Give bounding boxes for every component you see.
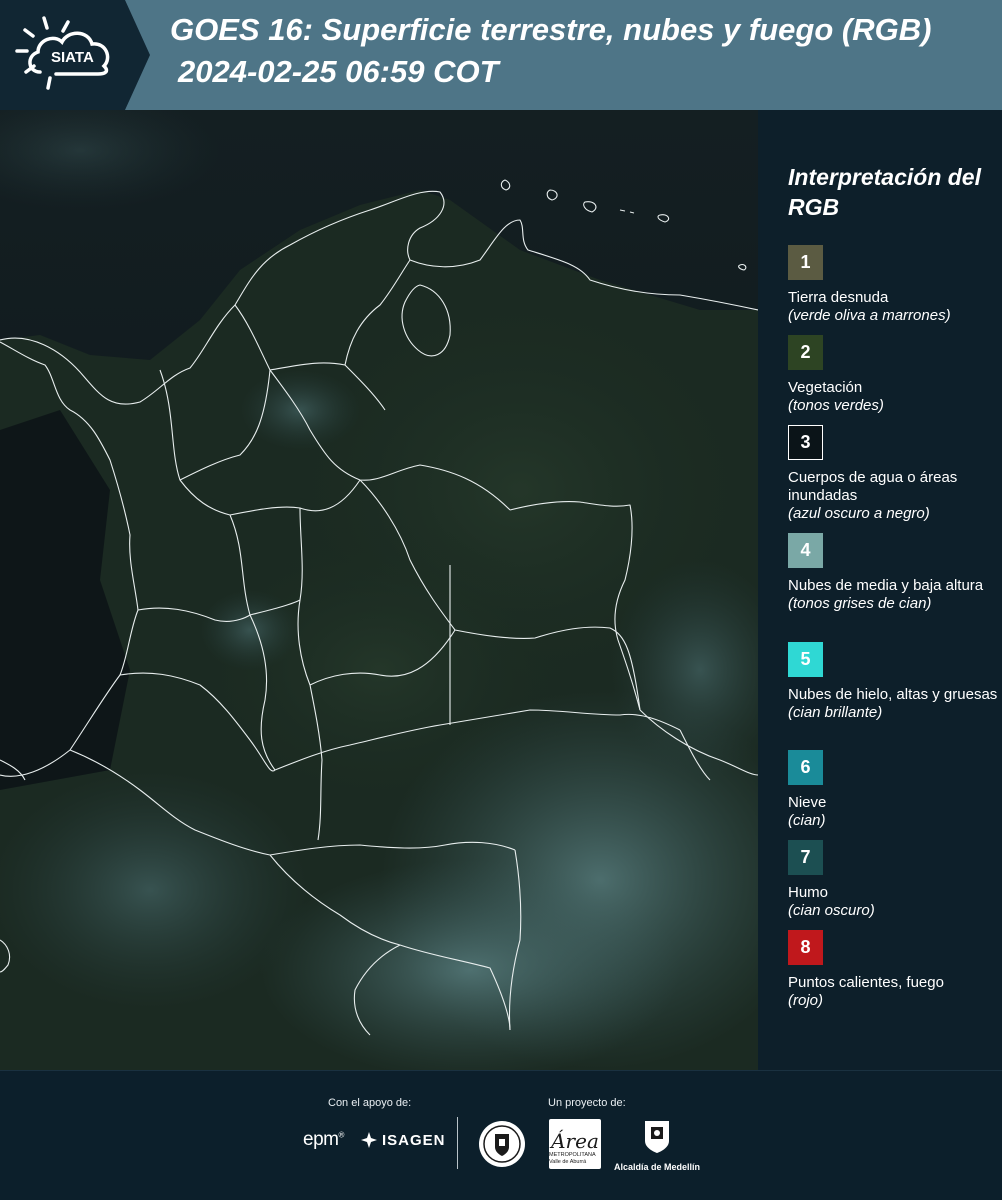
isagen-logo-text: ISAGEN xyxy=(382,1131,446,1149)
legend-sub: (cian oscuro) xyxy=(788,902,875,919)
legend-swatch: 2 xyxy=(788,335,823,370)
legend-item-mid-low-clouds: 4 Nubes de media y baja altura (tonos gr… xyxy=(788,533,998,613)
legend-item-bare-land: 1 Tierra desnuda (verde oliva a marrones… xyxy=(788,245,998,325)
legend-number: 6 xyxy=(800,757,811,777)
alcaldia-medellin-logo: Alcaldía de Medellín xyxy=(612,1119,702,1172)
legend-number: 5 xyxy=(800,649,811,669)
legend-label: Tierra desnuda xyxy=(788,289,889,306)
university-seal-icon xyxy=(477,1119,527,1174)
legend-swatch: 1 xyxy=(788,245,823,280)
isagen-logo: ISAGEN xyxy=(360,1131,446,1149)
legend-label: Puntos calientes, fuego xyxy=(788,974,944,991)
legend-number: 8 xyxy=(800,937,811,957)
legend-label: Humo xyxy=(788,884,829,901)
legend-swatch: 4 xyxy=(788,533,823,568)
legend-label: Nubes de media y baja altura xyxy=(788,577,984,594)
legend-sub: (tonos verdes) xyxy=(788,397,884,414)
legend-item-fire: 8 Puntos calientes, fuego (rojo) xyxy=(788,930,998,1010)
legend-item-smoke: 7 Humo (cian oscuro) xyxy=(788,840,998,920)
legend-number: 4 xyxy=(800,540,811,560)
siata-logo: SIATA xyxy=(0,0,150,110)
legend-label: Nieve xyxy=(788,794,827,811)
area-logo-subtext: METROPOLITANA Valle de Aburrá xyxy=(549,1152,596,1165)
legend-item-water: 3 Cuerpos de agua o áreas inundadas (azu… xyxy=(788,425,998,523)
legend-number: 3 xyxy=(800,432,811,452)
support-label: Con el apoyo de: xyxy=(328,1097,412,1109)
legend-label: Nubes de hielo, altas y gruesas xyxy=(788,686,998,703)
legend-sub: (rojo) xyxy=(788,992,824,1009)
legend-sub: (tonos grises de cian) xyxy=(788,595,932,612)
legend-number: 1 xyxy=(800,252,811,272)
legend-label: Vegetación xyxy=(788,379,863,396)
legend-swatch: 7 xyxy=(788,840,823,875)
legend-number: 7 xyxy=(800,847,811,867)
legend-swatch: 3 xyxy=(788,425,823,460)
area-metropolitana-logo: Área METROPOLITANA Valle de Aburrá xyxy=(549,1119,601,1169)
medellin-crest-icon xyxy=(645,1121,669,1153)
header-bar: SIATA GOES 16: Superficie terrestre, nub… xyxy=(0,0,1002,110)
legend-swatch: 6 xyxy=(788,750,823,785)
isagen-star-icon xyxy=(361,1132,377,1148)
legend-sub: (cian brillante) xyxy=(788,704,883,721)
page-title: GOES 16: Superficie terrestre, nubes y f… xyxy=(170,12,932,47)
legend-item-snow: 6 Nieve (cian) xyxy=(788,750,998,830)
legend-sub: (verde oliva a marrones) xyxy=(788,307,951,324)
project-label: Un proyecto de: xyxy=(548,1097,626,1109)
legend-label: Cuerpos de agua o áreas inundadas xyxy=(788,469,958,504)
legend-item-vegetation: 2 Vegetación (tonos verdes) xyxy=(788,335,998,415)
legend-item-ice-clouds: 5 Nubes de hielo, altas y gruesas (cian … xyxy=(788,642,998,722)
footer-divider xyxy=(457,1117,458,1169)
legend-swatch: 8 xyxy=(788,930,823,965)
page-timestamp: 2024-02-25 06:59 COT xyxy=(178,54,499,89)
siata-logo-text: SIATA xyxy=(51,49,94,66)
legend-panel: Interpretación del RGB 1 Tierra desnuda … xyxy=(758,110,1002,1070)
footer-bar: Con el apoyo de: Un proyecto de: epm® IS… xyxy=(0,1070,1002,1200)
legend-swatch: 5 xyxy=(788,642,823,677)
epm-logo: epm® xyxy=(303,1129,344,1150)
legend-title: Interpretación del RGB xyxy=(788,164,981,220)
legend-sub: (azul oscuro a negro) xyxy=(788,505,930,522)
legend-sub: (cian) xyxy=(788,812,826,829)
area-logo-text: Área xyxy=(551,1129,599,1153)
satellite-map xyxy=(0,110,758,1070)
medellin-logo-text: Alcaldía de Medellín xyxy=(613,1162,701,1172)
legend-number: 2 xyxy=(800,342,811,362)
epm-logo-text: epm xyxy=(303,1129,339,1150)
